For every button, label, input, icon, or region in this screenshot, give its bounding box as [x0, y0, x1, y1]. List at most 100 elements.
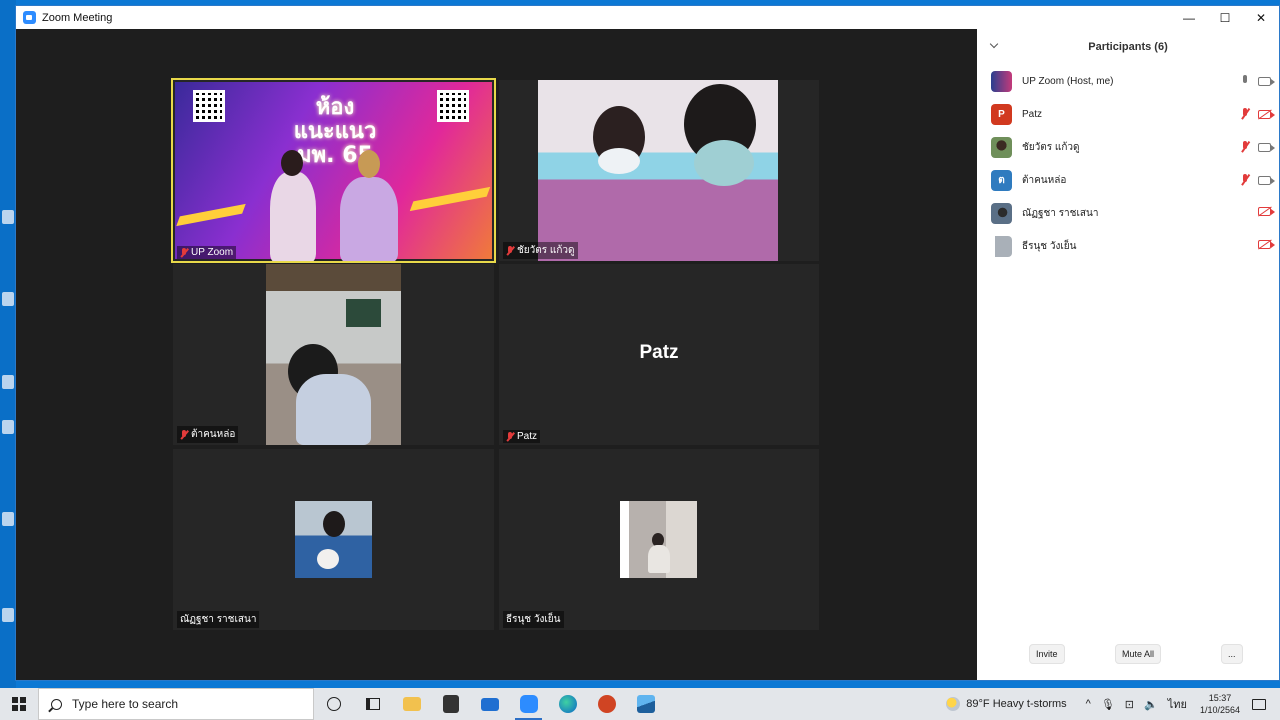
store-button[interactable] [431, 688, 470, 720]
taskbar-search-box[interactable]: Type here to search [38, 688, 314, 720]
desktop-icon[interactable] [2, 210, 14, 224]
task-view-button[interactable] [353, 688, 392, 720]
mic-muted-icon [506, 431, 514, 442]
video-tile-participant[interactable]: Patz Patz [499, 264, 819, 445]
participant-row[interactable]: ต ต้าคนหล่อ [977, 164, 1279, 197]
participants-title: Participants (6) [1088, 41, 1168, 53]
invite-button[interactable]: Invite [1029, 644, 1065, 664]
notification-center-icon[interactable] [1252, 698, 1266, 710]
start-button[interactable] [0, 688, 38, 720]
participants-list: UP Zoom (Host, me) P Patz ชัยวัตร แก้วดู [977, 65, 1279, 263]
camera-icon[interactable] [1258, 76, 1275, 86]
microphone-muted-icon[interactable] [1240, 174, 1250, 186]
camera-icon[interactable] [1258, 142, 1275, 152]
video-tile-participant[interactable]: ต้าคนหล่อ [173, 264, 494, 445]
minimize-button[interactable]: — [1171, 6, 1207, 29]
microphone-icon[interactable] [1240, 75, 1250, 87]
desktop-icon[interactable] [2, 420, 14, 434]
shared-video-poster: ห้องแนะแนว มพ. 65 [175, 82, 492, 261]
video-tile-participant[interactable]: ณัฏฐชา ราชเสนา [173, 449, 494, 630]
edge-button[interactable] [548, 688, 587, 720]
participant-row[interactable]: ชัยวัตร แก้วดู [977, 131, 1279, 164]
microphone-tray-icon[interactable]: 🎙 [1101, 698, 1115, 711]
face-mask [598, 148, 640, 174]
mic-muted-icon [180, 429, 188, 440]
camera-off-icon[interactable] [1258, 207, 1275, 216]
weather-icon [946, 697, 961, 711]
tile-name-tag: UP Zoom [177, 246, 237, 259]
maximize-button[interactable]: ☐ [1207, 6, 1243, 29]
zoom-window: Zoom Meeting — ☐ ✕ ห้องแนะแนว มพ. 65 UP … [15, 5, 1280, 681]
tile-name-tag: Patz [503, 430, 541, 443]
lightning-decoration [409, 186, 491, 212]
tile-name-tag: ณัฏฐชา ราชเสนา [177, 611, 260, 628]
taskbar: Type here to search 89°F Heavy t-storms … [0, 688, 1280, 720]
participant-row[interactable]: UP Zoom (Host, me) [977, 65, 1279, 98]
photos-button[interactable] [626, 688, 665, 720]
show-hidden-icons-chevron-icon[interactable]: ^ [1086, 698, 1091, 710]
participants-header: Participants (6) [977, 29, 1279, 65]
video-tile-participant[interactable]: ธีรนุช วังเย็น [499, 449, 819, 630]
presenter-head [281, 150, 303, 176]
task-view-icon [365, 698, 380, 710]
participant-row[interactable]: ธีรนุช วังเย็น [977, 230, 1279, 263]
camera-off-icon[interactable] [1258, 240, 1275, 249]
microphone-muted-icon[interactable] [1240, 141, 1250, 153]
avatar: ต [991, 170, 1012, 191]
cortana-button[interactable] [314, 688, 353, 720]
presenter-head [358, 150, 380, 178]
desktop-icon[interactable] [2, 608, 14, 622]
title-bar[interactable]: Zoom Meeting — ☐ ✕ [16, 6, 1279, 29]
presenter-figure [270, 172, 316, 261]
taskbar-clock[interactable]: 15:37 1/10/2564 [1200, 692, 1240, 716]
clock-time: 15:37 [1208, 693, 1232, 703]
mic-muted-icon [506, 245, 514, 256]
mic-muted-icon [180, 247, 188, 258]
qr-code [437, 90, 469, 122]
desktop-icon[interactable] [2, 292, 14, 306]
weather-widget[interactable]: 89°F Heavy t-storms [946, 697, 1067, 711]
tile-name-tag: ต้าคนหล่อ [177, 426, 239, 443]
participant-row[interactable]: P Patz [977, 98, 1279, 131]
video-gallery: ห้องแนะแนว มพ. 65 UP Zoom ชัยวัตร แก้วดู… [16, 29, 977, 680]
presenter-figure [340, 177, 398, 261]
edge-icon [558, 695, 577, 713]
qr-code [193, 90, 225, 122]
camera-icon[interactable] [1258, 175, 1275, 185]
desktop-icon[interactable] [2, 512, 14, 526]
more-options-button[interactable]: ... [1221, 644, 1243, 664]
avatar [991, 203, 1012, 224]
participant-row[interactable]: ณัฏฐชา ราชเสนา [977, 197, 1279, 230]
zoom-taskbar-button[interactable] [509, 688, 548, 720]
camera-video [538, 80, 778, 261]
input-language[interactable]: ไทย [1168, 695, 1187, 713]
powerpoint-button[interactable] [587, 688, 626, 720]
avatar [991, 71, 1012, 92]
avatar [991, 137, 1012, 158]
person-body [648, 545, 670, 573]
powerpoint-icon [597, 695, 616, 713]
windows-logo-icon [12, 697, 26, 711]
participants-footer: Invite Mute All ... [977, 644, 1279, 668]
tile-name-tag: ธีรนุช วังเย็น [503, 611, 564, 628]
camera-video [620, 501, 697, 578]
microphone-muted-icon[interactable] [1240, 108, 1250, 120]
lightning-decoration [176, 203, 246, 227]
folder-icon [402, 697, 421, 711]
system-tray: 89°F Heavy t-storms ^ 🎙 ⊡ 🔈 ไทย 15:37 1/… [946, 688, 1280, 720]
network-icon[interactable]: ⊡ [1125, 698, 1134, 711]
zoom-icon [519, 695, 538, 713]
mail-button[interactable] [470, 688, 509, 720]
mute-all-button[interactable]: Mute All [1115, 644, 1162, 664]
desktop-icon[interactable] [2, 375, 14, 389]
mail-icon [480, 697, 499, 711]
avatar: P [991, 104, 1012, 125]
camera-off-icon[interactable] [1258, 109, 1275, 119]
close-button[interactable]: ✕ [1243, 6, 1279, 29]
camera-video [266, 264, 401, 445]
file-explorer-button[interactable] [392, 688, 431, 720]
video-tile-up-zoom[interactable]: ห้องแนะแนว มพ. 65 UP Zoom [171, 78, 496, 263]
volume-icon[interactable]: 🔈 [1144, 698, 1158, 711]
video-tile-participant[interactable]: ชัยวัตร แก้วดู [499, 80, 819, 261]
desktop-background [0, 0, 16, 688]
